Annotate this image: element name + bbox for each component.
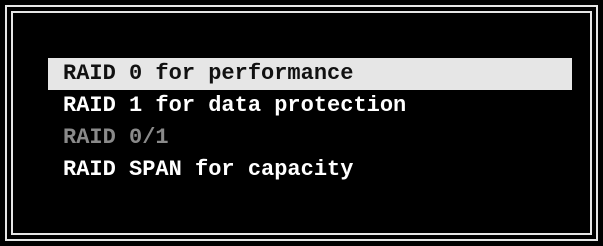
- menu-item-raid-1[interactable]: RAID 1 for data protection: [48, 90, 572, 122]
- raid-level-dialog: RAID 0 for performance RAID 1 for data p…: [0, 0, 603, 246]
- menu-item-raid-span[interactable]: RAID SPAN for capacity: [48, 154, 572, 186]
- menu-item-raid-0-1: RAID 0/1: [63, 125, 169, 150]
- menu-item-raid-0[interactable]: RAID 0 for performance: [48, 58, 572, 90]
- raid-level-menu: RAID 0 for performance RAID 1 for data p…: [48, 58, 572, 186]
